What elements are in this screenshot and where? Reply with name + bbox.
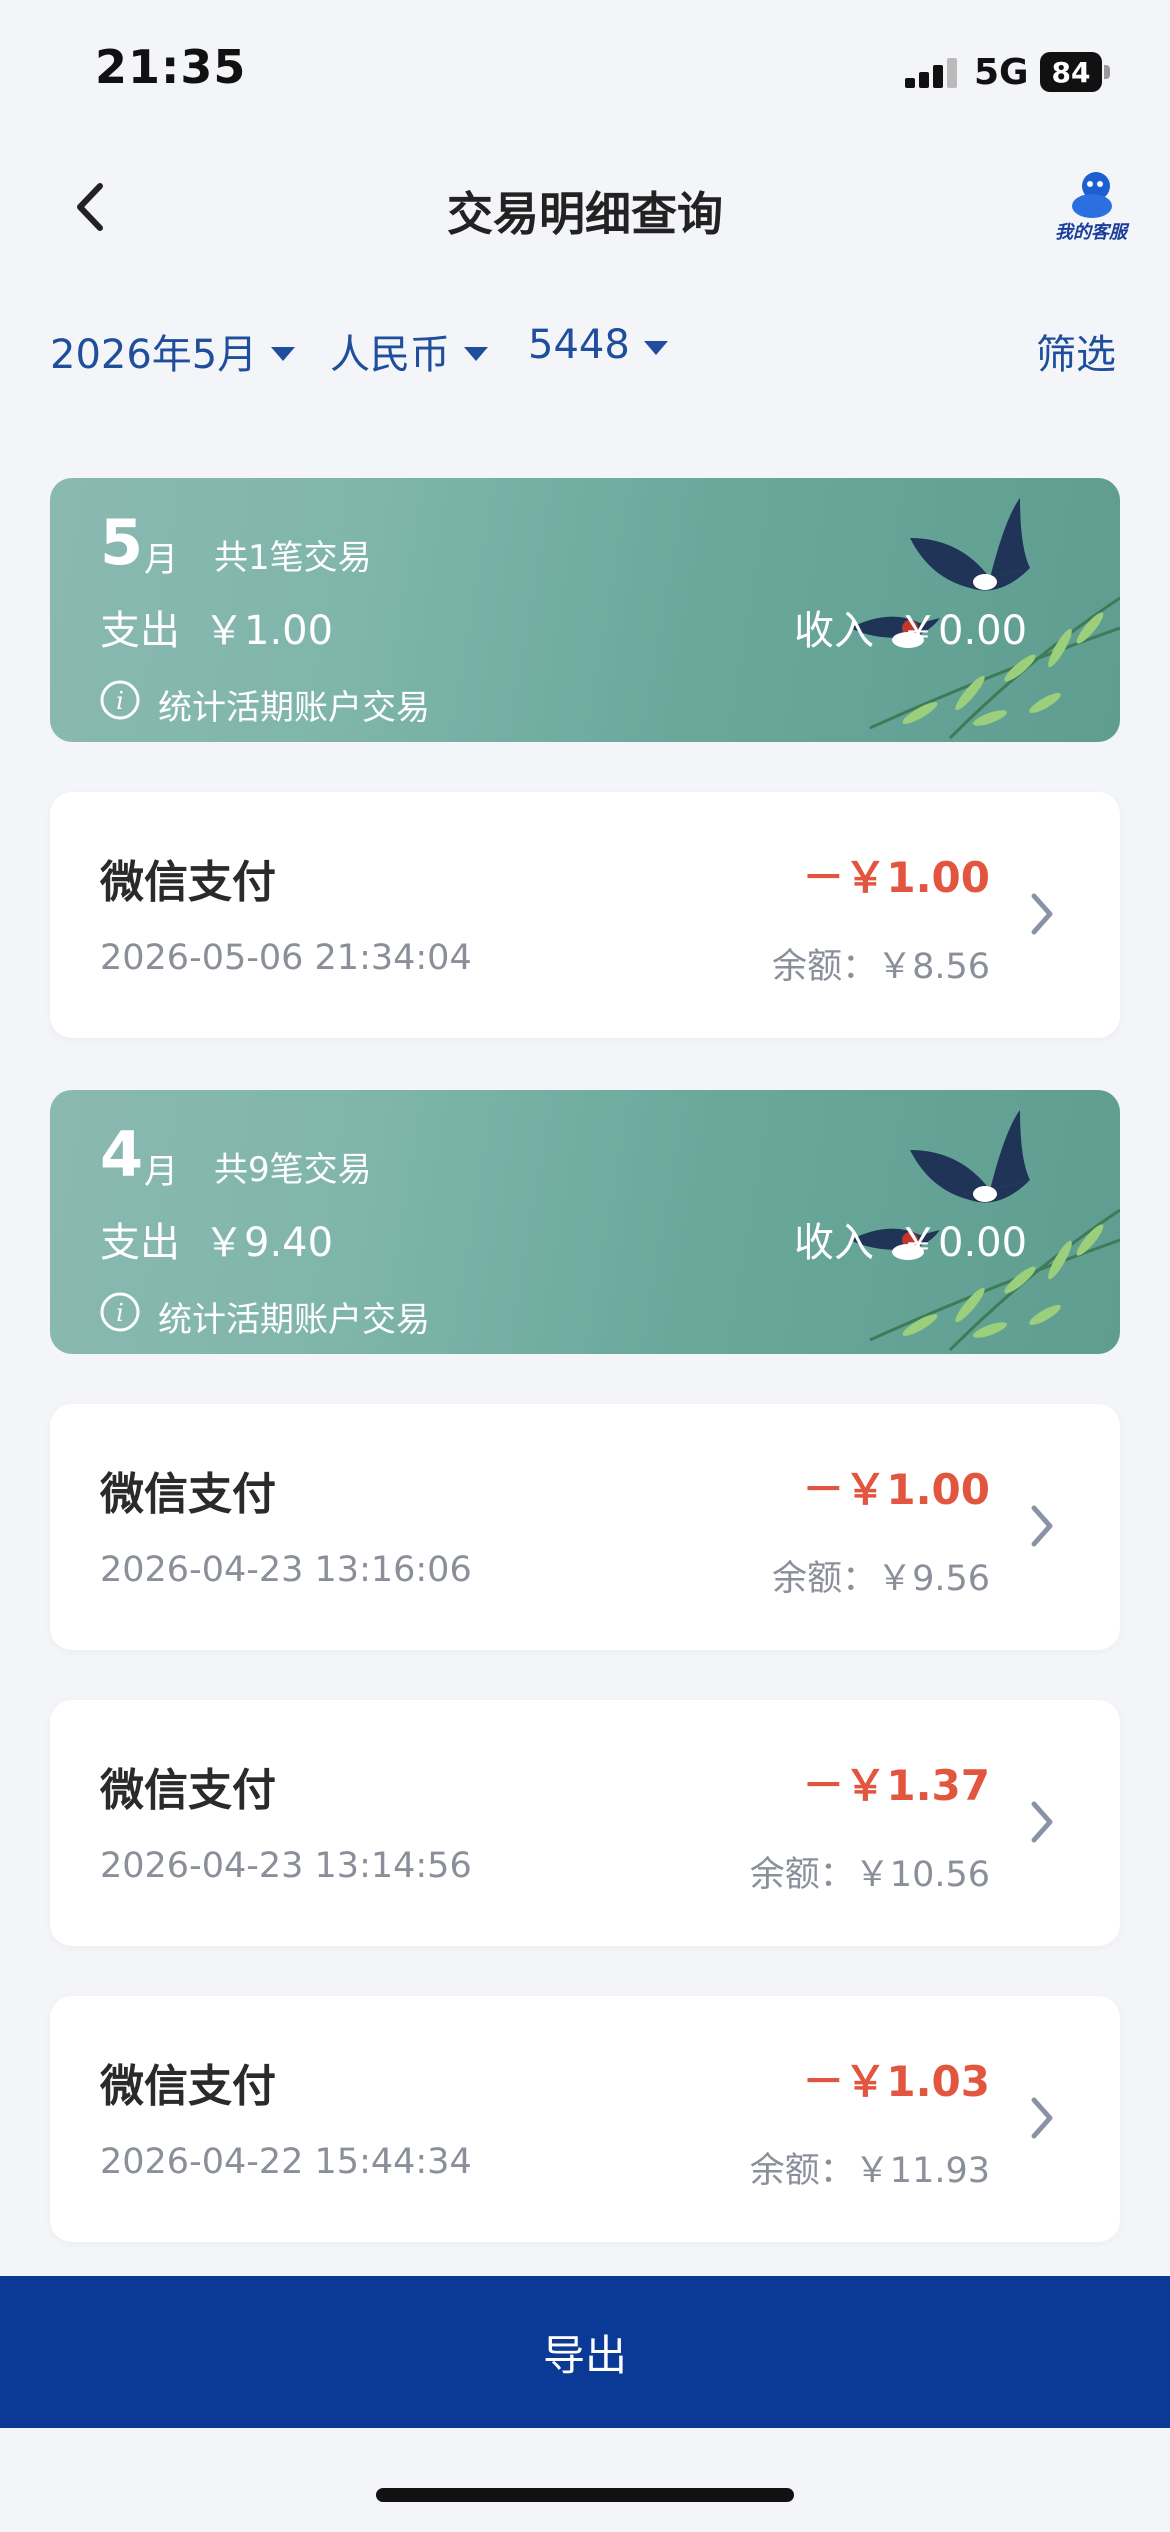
battery-level: 84 <box>1040 52 1102 92</box>
caret-down-icon <box>464 347 488 361</box>
transaction-row[interactable]: 微信支付 2026-04-23 13:14:56 －￥1.37 余额：￥10.5… <box>50 1700 1120 1946</box>
month-number: 4 <box>100 1118 144 1191</box>
info-icon[interactable]: i <box>100 680 140 720</box>
transaction-datetime: 2026-05-06 21:34:04 <box>100 938 472 978</box>
month-number: 5 <box>100 506 144 579</box>
battery-icon: 84 <box>1040 52 1112 92</box>
spend-label: 支出 <box>100 608 180 654</box>
month-unit: 月 <box>144 1152 178 1192</box>
balance-after: 余额：￥9.56 <box>772 1559 990 1599</box>
caret-down-icon <box>271 347 296 361</box>
merchant-name: 微信支付 <box>100 2061 276 2112</box>
transaction-datetime: 2026-04-23 13:16:06 <box>100 1550 472 1590</box>
income-label: 收入 <box>794 1220 874 1266</box>
spend-label: 支出 <box>100 1220 180 1266</box>
balance-after: 余额：￥11.93 <box>749 2151 990 2191</box>
month-selector[interactable]: 2026年5月 <box>50 322 296 380</box>
caret-down-icon <box>643 341 668 355</box>
month-summary-card: 4 月 共9笔交易 支出 ￥9.40 收入 ￥0.00 i 统计活期账户交易 <box>50 1090 1120 1354</box>
stats-note: 统计活期账户交易 <box>158 1300 430 1340</box>
transaction-datetime: 2026-04-22 15:44:34 <box>100 2142 472 2182</box>
income-value: ￥0.00 <box>898 608 1028 654</box>
chevron-right-icon <box>1031 893 1053 935</box>
home-indicator[interactable] <box>376 2488 794 2502</box>
transaction-amount: －￥1.03 <box>802 2057 990 2106</box>
chevron-right-icon <box>1031 1801 1053 1843</box>
svg-text:i: i <box>116 1299 124 1327</box>
signal-icon <box>905 58 957 88</box>
stats-note: 统计活期账户交易 <box>158 688 430 728</box>
month-summary-card: 5 月 共1笔交易 支出 ￥1.00 收入 ￥0.00 i 统计活期账户交易 <box>50 478 1120 742</box>
income-label: 收入 <box>794 608 874 654</box>
merchant-name: 微信支付 <box>100 1765 276 1816</box>
transaction-amount: －￥1.00 <box>802 853 990 902</box>
card-selector[interactable]: 5448 <box>528 322 668 368</box>
customer-service-label[interactable]: 我的客服 <box>1046 218 1136 244</box>
spend-value: ￥9.40 <box>204 1220 334 1266</box>
filter-button[interactable]: 筛选 <box>1036 322 1116 380</box>
currency-selector-label: 人民币 <box>330 332 450 378</box>
transaction-amount: －￥1.37 <box>802 1761 990 1810</box>
chevron-right-icon <box>1031 2097 1053 2139</box>
merchant-name: 微信支付 <box>100 1469 276 1520</box>
transaction-count: 共1笔交易 <box>214 538 372 578</box>
balance-after: 余额：￥10.56 <box>749 1855 990 1895</box>
income-value: ￥0.00 <box>898 1220 1028 1266</box>
spend-value: ￥1.00 <box>204 608 334 654</box>
card-selector-label: 5448 <box>528 322 630 368</box>
month-selector-label: 2026年5月 <box>50 332 258 378</box>
transaction-datetime: 2026-04-23 13:14:56 <box>100 1846 472 1886</box>
status-time: 21:35 <box>95 40 247 94</box>
network-type: 5G <box>974 52 1029 93</box>
transaction-amount: －￥1.00 <box>802 1465 990 1514</box>
transaction-row[interactable]: 微信支付 2026-04-23 13:16:06 －￥1.00 余额：￥9.56 <box>50 1404 1120 1650</box>
merchant-name: 微信支付 <box>100 857 276 908</box>
balance-after: 余额：￥8.56 <box>772 947 990 987</box>
page-title: 交易明细查询 <box>447 187 723 241</box>
svg-text:i: i <box>116 687 124 715</box>
currency-selector[interactable]: 人民币 <box>330 322 488 380</box>
chevron-right-icon <box>1031 1505 1053 1547</box>
transaction-row[interactable]: 微信支付 2026-05-06 21:34:04 －￥1.00 余额：￥8.56 <box>50 792 1120 1038</box>
month-unit: 月 <box>144 540 178 580</box>
transaction-row[interactable]: 微信支付 2026-04-22 15:44:34 －￥1.03 余额：￥11.9… <box>50 1996 1120 2242</box>
export-button[interactable]: 导出 <box>0 2276 1170 2428</box>
info-icon[interactable]: i <box>100 1292 140 1332</box>
transaction-count: 共9笔交易 <box>214 1150 372 1190</box>
